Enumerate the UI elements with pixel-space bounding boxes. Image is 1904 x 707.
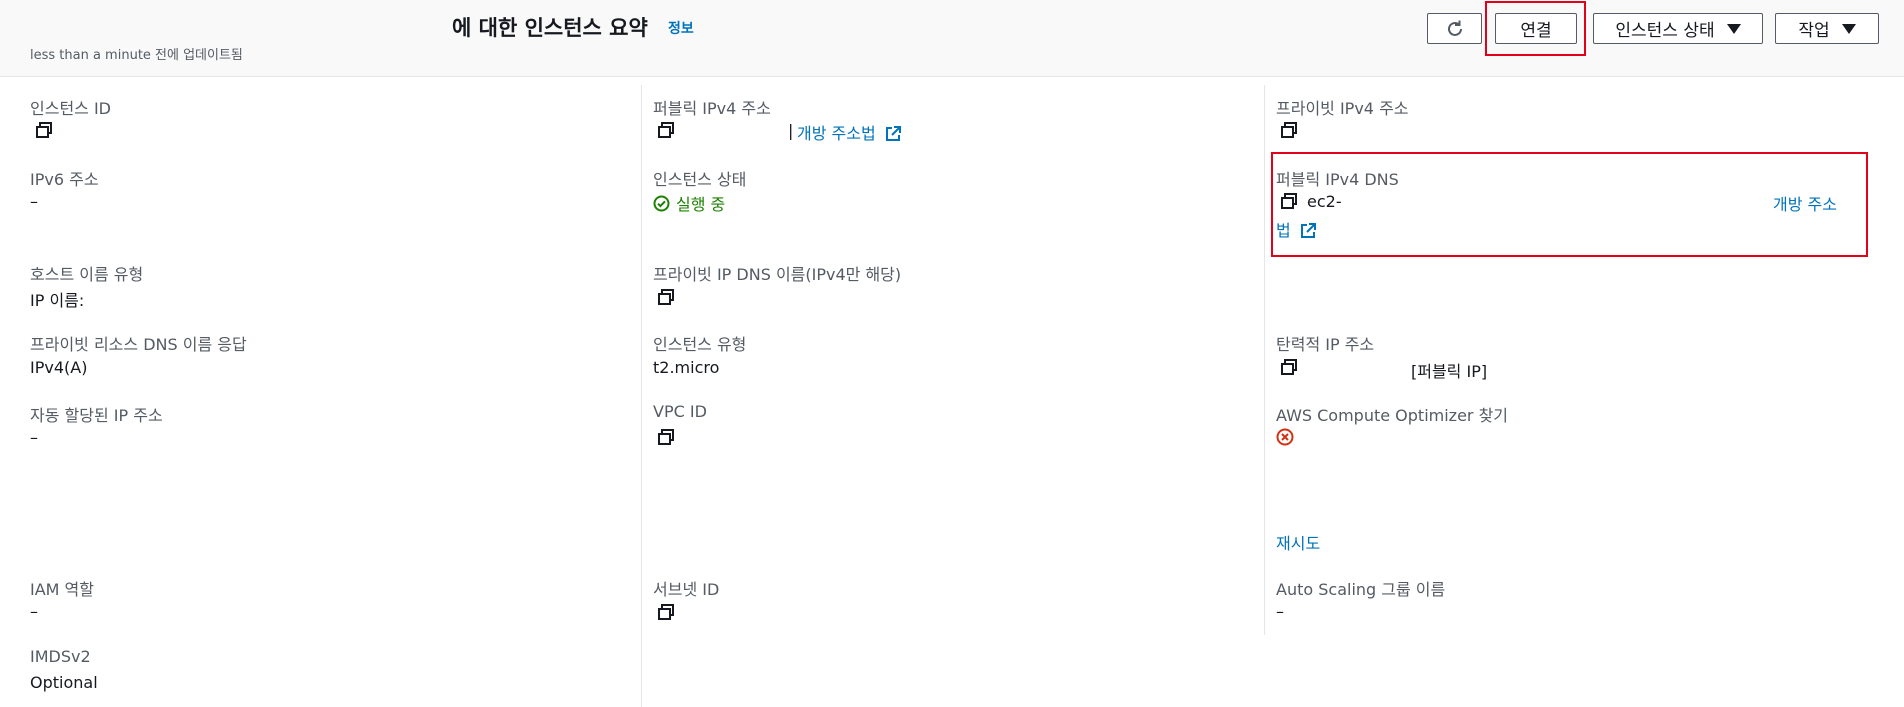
private-resource-dns-label: 프라이빗 리소스 DNS 이름 응답 xyxy=(30,335,247,354)
compute-optimizer-label: AWS Compute Optimizer 찾기 xyxy=(1276,406,1509,425)
copy-icon[interactable] xyxy=(35,121,53,139)
public-dns-value: ec2- xyxy=(1307,192,1342,211)
retry-link[interactable]: 재시도 xyxy=(1276,530,1320,554)
copy-icon[interactable] xyxy=(657,288,675,306)
open-address-link-label: 법 xyxy=(1276,221,1291,240)
copy-icon[interactable] xyxy=(657,428,675,446)
copy-icon[interactable] xyxy=(1280,192,1298,210)
page-title: 에 대한 인스턴스 요약 xyxy=(452,16,648,40)
iam-role-label: IAM 역할 xyxy=(30,580,94,599)
public-dns-open-link[interactable]: 개방 주소 xyxy=(1773,191,1837,215)
imdsv2-label: IMDSv2 xyxy=(30,647,91,666)
imdsv2-value: Optional xyxy=(30,673,98,692)
ipv6-label: IPv6 주소 xyxy=(30,170,99,189)
public-ipv4-label: 퍼블릭 IPv4 주소 xyxy=(653,99,771,118)
hostname-type-label: 호스트 이름 유형 xyxy=(30,265,144,284)
info-link[interactable]: 정보 xyxy=(668,18,694,38)
auto-assigned-ip-value: – xyxy=(30,428,38,447)
check-circle-icon xyxy=(653,195,670,211)
copy-icon[interactable] xyxy=(1280,121,1298,139)
actions-dropdown[interactable]: 작업 xyxy=(1775,13,1879,44)
private-ip-dns-label: 프라이빗 IP DNS 이름(IPv4만 해당) xyxy=(653,265,902,284)
instance-state-field-label: 인스턴스 상태 xyxy=(653,170,747,189)
error-icon xyxy=(1276,428,1294,446)
refresh-icon xyxy=(1447,20,1462,36)
auto-scaling-label: Auto Scaling 그룹 이름 xyxy=(1276,580,1446,599)
copy-icon[interactable] xyxy=(657,121,675,139)
caret-down-icon xyxy=(1841,23,1856,34)
instance-type-value: t2.micro xyxy=(653,358,720,377)
copy-icon[interactable] xyxy=(657,603,675,621)
private-resource-dns-value: IPv4(A) xyxy=(30,358,88,377)
iam-role-value: – xyxy=(30,602,38,621)
connect-highlight-box xyxy=(1485,1,1586,56)
caret-down-icon xyxy=(1726,23,1741,34)
public-dns-label: 퍼블릭 IPv4 DNS xyxy=(1276,170,1399,189)
instance-id-label: 인스턴스 ID xyxy=(30,99,112,118)
instance-state-dropdown[interactable]: 인스턴스 상태 xyxy=(1593,13,1763,44)
external-link-icon xyxy=(885,126,901,141)
instance-state-label: 인스턴스 상태 xyxy=(1615,21,1715,41)
external-link-icon xyxy=(1300,223,1316,238)
auto-assigned-ip-label: 자동 할당된 IP 주소 xyxy=(30,406,163,425)
copy-icon[interactable] xyxy=(1280,358,1298,376)
hostname-type-value: IP 이름: xyxy=(30,291,85,310)
instance-state-value: 실행 중 xyxy=(676,195,726,214)
private-ipv4-label: 프라이빗 IPv4 주소 xyxy=(1276,99,1409,118)
refresh-button[interactable] xyxy=(1427,13,1482,44)
instance-state-status: 실행 중 xyxy=(653,191,725,215)
public-ipv4-open-link[interactable]: 개방 주소법 xyxy=(797,120,901,144)
instance-type-label: 인스턴스 유형 xyxy=(653,335,747,354)
column-divider xyxy=(641,85,642,707)
open-address-link-label: 개방 주소법 xyxy=(797,124,876,143)
ipv6-value: – xyxy=(30,192,38,211)
vpc-id-label: VPC ID xyxy=(653,402,707,421)
subnet-id-label: 서브넷 ID xyxy=(653,580,720,599)
column-divider xyxy=(1264,85,1265,635)
public-dns-open-link-wrap[interactable]: 법 xyxy=(1276,217,1316,241)
last-updated-text: less than a minute 전에 업데이트됨 xyxy=(30,48,243,63)
actions-label: 작업 xyxy=(1798,21,1830,41)
elastic-ip-value: [퍼블릭 IP] xyxy=(1411,362,1488,381)
public-ipv4-separator: | xyxy=(788,121,794,140)
auto-scaling-value: – xyxy=(1276,602,1284,621)
summary-header: 에 대한 인스턴스 요약 정보 less than a minute 전에 업데… xyxy=(0,0,1904,77)
elastic-ip-label: 탄력적 IP 주소 xyxy=(1276,335,1375,354)
